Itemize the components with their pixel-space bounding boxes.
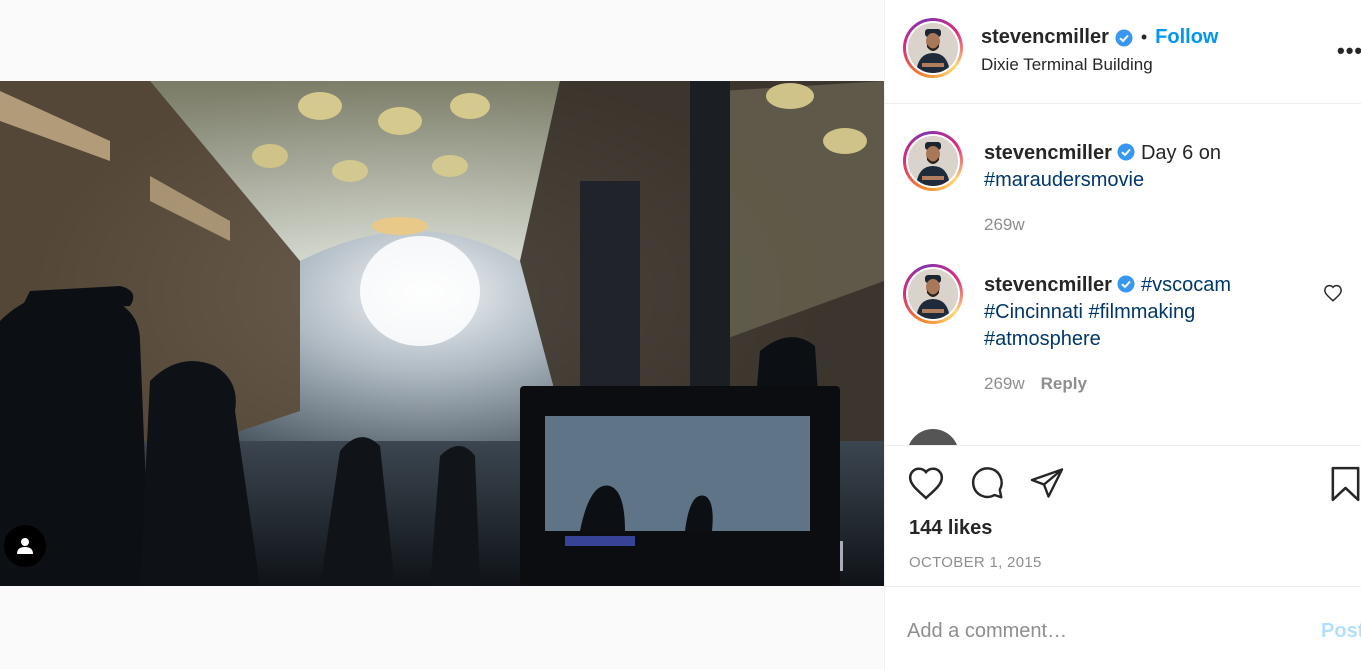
more-options-icon[interactable]: ••• — [1337, 38, 1361, 64]
caption-age[interactable]: 269w — [984, 215, 1025, 235]
caption-item: stevencmiller Day 6 on #maraudersmovie 2… — [885, 104, 1361, 234]
post-date[interactable]: OCTOBER 1, 2015 — [909, 554, 1042, 571]
author-avatar[interactable] — [903, 18, 963, 78]
user-tag-icon[interactable] — [4, 525, 46, 567]
likes-count[interactable]: 144 likes — [909, 517, 992, 540]
hashtag-link[interactable]: #atmosphere — [984, 328, 1101, 350]
comment-author-avatar[interactable] — [903, 264, 963, 324]
post-photo[interactable] — [0, 81, 884, 586]
comment-meta: 269w Reply — [984, 374, 1087, 394]
post-actions: 144 likes OCTOBER 1, 2015 — [885, 445, 1361, 587]
comments-list[interactable]: stevencmiller Day 6 on #maraudersmovie 2… — [885, 104, 1361, 445]
follow-button[interactable]: Follow — [1155, 26, 1218, 49]
post-header: stevencmiller • Follow Dixie Terminal Bu… — [885, 0, 1361, 104]
comment-age[interactable]: 269w — [984, 374, 1025, 394]
verified-badge-icon — [1115, 29, 1133, 47]
reply-button[interactable]: Reply — [1041, 374, 1087, 394]
hashtag-link[interactable]: #Cincinnati #filmmaking — [984, 301, 1195, 323]
verified-badge-icon — [1117, 274, 1135, 293]
comment-author-avatar[interactable] — [907, 429, 959, 445]
comment-item: stevencmiller #vscocam #Cincinnati #film… — [885, 234, 1361, 394]
post-location[interactable]: Dixie Terminal Building — [981, 55, 1153, 75]
comment-input[interactable] — [907, 613, 1287, 649]
author-username[interactable]: stevencmiller — [981, 26, 1109, 49]
separator-dot: • — [1140, 27, 1148, 47]
post-details-panel: stevencmiller • Follow Dixie Terminal Bu… — [884, 0, 1361, 669]
caption-meta: 269w — [984, 215, 1025, 235]
paper-plane-icon[interactable] — [1028, 465, 1066, 506]
hashtag-link[interactable]: #vscocam — [1141, 274, 1231, 296]
add-comment-box: Post — [885, 587, 1361, 669]
comment-username[interactable]: stevencmiller — [984, 274, 1112, 296]
caption-plain-text: Day 6 on — [1140, 142, 1222, 164]
hashtag-link[interactable]: #maraudersmovie — [984, 169, 1144, 191]
comment-item-partial — [885, 429, 1361, 445]
verified-badge-icon — [1117, 142, 1135, 161]
comment-text: stevencmiller #vscocam #Cincinnati #film… — [984, 272, 1304, 353]
caption-author-avatar[interactable] — [903, 131, 963, 191]
post-photo-image — [0, 81, 884, 586]
caption-username[interactable]: stevencmiller — [984, 142, 1112, 164]
comment-bubble-icon[interactable] — [968, 465, 1006, 506]
media-column — [0, 0, 884, 669]
heart-icon[interactable] — [907, 465, 945, 506]
comment-like-heart-icon[interactable] — [1323, 284, 1343, 307]
bookmark-icon[interactable] — [1329, 465, 1361, 508]
post-comment-button[interactable]: Post — [1321, 620, 1361, 643]
caption-text: stevencmiller Day 6 on #maraudersmovie — [984, 140, 1304, 194]
